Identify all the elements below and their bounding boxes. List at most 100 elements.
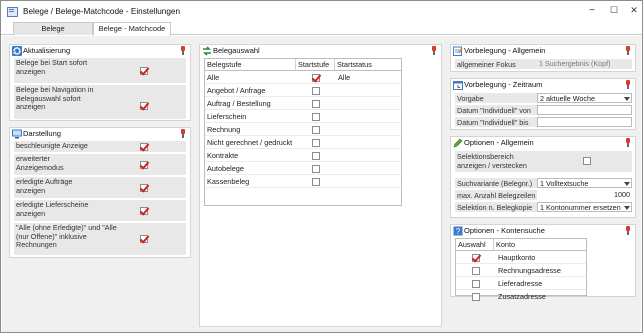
refresh-icon — [12, 46, 22, 56]
grid-row[interactable]: Kassenbeleg — [205, 176, 401, 188]
startstufe-checkbox[interactable] — [312, 165, 320, 173]
aktualisierung-panel: Aktualisierung Belege bei Start sofort a… — [9, 44, 191, 121]
grid-row[interactable]: Alle Alle — [205, 72, 401, 84]
beschleunigte-anzeige-checkbox[interactable] — [140, 143, 148, 151]
selektion-label: Selektionsbereich anzeigen / verstecken — [457, 152, 527, 170]
belegkopie-label: Selektion n. Belegkopie — [457, 203, 533, 212]
pin-icon[interactable] — [624, 80, 632, 89]
suchvariante-value: 1 Volltextsuche — [540, 179, 589, 188]
chevron-down-icon — [624, 182, 630, 186]
startstufe-checkbox[interactable] — [312, 126, 320, 134]
startstufe-checkbox[interactable] — [312, 178, 320, 186]
startstufe-checkbox[interactable] — [312, 139, 320, 147]
darstellung-row: erledigte Aufträge anzeigen — [14, 177, 186, 199]
grid-row[interactable]: Rechnungsadresse — [456, 265, 586, 277]
belegkopie-value: 1 Kontonummer ersetzen — [540, 203, 621, 212]
datum-von-label: Datum "Individuell" von — [457, 106, 531, 115]
konto-cell: Lieferadresse — [498, 279, 543, 288]
auswahl-checkbox[interactable] — [472, 267, 480, 275]
optionen-kontensuche-title: Optionen - Kontensuche — [464, 226, 545, 235]
startstufe-checkbox[interactable] — [312, 113, 320, 121]
startstufe-checkbox[interactable] — [312, 87, 320, 95]
grid-row[interactable]: Kontrakte — [205, 150, 401, 162]
belegstufe-cell: Autobelege — [207, 164, 244, 173]
pin-icon[interactable] — [624, 138, 632, 147]
grid-row[interactable]: Zusatzadresse — [456, 291, 586, 301]
start-anzeigen-checkbox[interactable] — [140, 67, 148, 75]
pin-icon[interactable] — [430, 46, 438, 55]
row-label: erweiterter Anzeigemodus — [16, 154, 64, 172]
aktualisierung-title: Aktualisierung — [23, 46, 71, 55]
column-header-belegstufe[interactable]: Belegstufe — [205, 59, 296, 71]
column-header-auswahl[interactable]: Auswahl — [456, 239, 494, 251]
selektionsbereich-checkbox[interactable] — [583, 157, 591, 165]
fokus-field: allgemeiner Fokus 1 Suchergebnis (Kopf) — [455, 59, 632, 70]
grid-row[interactable]: Nicht gerechnet / gedruckt — [205, 137, 401, 149]
row-label: beschleunigte Anzeige — [16, 141, 88, 150]
grid-row[interactable]: Angebot / Anfrage — [205, 85, 401, 97]
vorgabe-dropdown[interactable]: 2 aktuelle Woche — [537, 93, 632, 103]
belegstufe-cell: Kassenbeleg — [207, 177, 250, 186]
tab-belege-matchcode[interactable]: Belege - Matchcode — [93, 22, 171, 36]
selektion-field: Selektionsbereich anzeigen / verstecken — [455, 151, 632, 173]
optionen-allgemein-panel: Optionen - Allgemein Selektionsbereich a… — [450, 136, 636, 218]
kontensuche-grid: Auswahl Konto Hauptkonto Rechnungsadress… — [455, 238, 587, 301]
tab-belege[interactable]: Belege — [13, 22, 93, 35]
row-label: erledigte Lieferscheine anzeigen — [16, 200, 89, 218]
datum-von-input[interactable] — [537, 105, 632, 115]
minimize-button[interactable]: − — [586, 5, 598, 17]
help-book-icon: ? — [453, 226, 463, 236]
maximize-button[interactable]: ☐ — [608, 5, 620, 17]
grid-row[interactable]: Auftrag / Bestellung — [205, 98, 401, 110]
startstufe-checkbox[interactable] — [312, 152, 320, 160]
belegauswahl-title: Belegauswahl — [213, 46, 260, 55]
grid-row[interactable]: Lieferadresse — [456, 278, 586, 290]
svg-text:?: ? — [456, 227, 461, 236]
datum-von-field: Datum "Individuell" von — [455, 105, 632, 116]
close-button[interactable]: ✕ — [628, 5, 640, 17]
fokus-label: allgemeiner Fokus — [457, 60, 516, 69]
belegstufe-cell: Alle — [207, 73, 220, 82]
auswahl-checkbox[interactable] — [472, 293, 480, 301]
belegstufe-cell: Kontrakte — [207, 151, 239, 160]
arrows-icon — [203, 46, 211, 56]
navigation-anzeigen-checkbox[interactable] — [140, 102, 148, 110]
inklusive-rechnungen-checkbox[interactable] — [140, 235, 148, 243]
app-icon — [7, 6, 18, 17]
erweiterter-modus-checkbox[interactable] — [140, 161, 148, 169]
monitor-icon — [12, 129, 22, 139]
fokus-value[interactable]: 1 Suchergebnis (Kopf) — [537, 59, 632, 69]
startstatus-cell[interactable]: Alle — [336, 72, 350, 84]
calendar-icon — [453, 81, 463, 90]
startstufe-checkbox[interactable] — [312, 100, 320, 108]
darstellung-row: "Alle (ohne Erledigte)" und "Alle (nur O… — [14, 223, 186, 256]
grid-row[interactable]: Rechnung — [205, 124, 401, 136]
auswahl-checkbox[interactable] — [472, 280, 480, 288]
column-header-startstatus[interactable]: Startstatus — [335, 59, 401, 71]
darstellung-title: Darstellung — [23, 129, 61, 138]
vorgabe-field: Vorgabe 2 aktuelle Woche — [455, 93, 632, 104]
aktualisierung-row: Belege bei Navigation in Belegauswahl so… — [14, 85, 186, 120]
grid-row[interactable]: Autobelege — [205, 163, 401, 175]
column-header-konto[interactable]: Konto — [494, 239, 586, 251]
pin-icon[interactable] — [179, 46, 187, 55]
auswahl-checkbox[interactable] — [472, 254, 480, 262]
grid-row[interactable]: Lieferschein — [205, 111, 401, 123]
suchvariante-label: Suchvariante (Belegnr.) — [457, 179, 533, 188]
grid-row[interactable]: Hauptkonto — [456, 252, 586, 264]
belegstufe-cell: Nicht gerechnet / gedruckt — [207, 138, 293, 147]
column-header-startstufe[interactable]: Startstufe — [296, 59, 335, 71]
tab-content: Aktualisierung Belege bei Start sofort a… — [2, 36, 641, 332]
title-bar: Belege / Belege-Matchcode - Einstellunge… — [1, 1, 642, 21]
startstufe-checkbox[interactable] — [312, 74, 320, 82]
max-belegzeilen-label: max. Anzahl Belegzeilen — [457, 191, 536, 200]
erledigte-lieferscheine-checkbox[interactable] — [140, 207, 148, 215]
erledigte-auftraege-checkbox[interactable] — [140, 184, 148, 192]
datum-bis-input[interactable] — [537, 117, 632, 127]
suchvariante-dropdown[interactable]: 1 Volltextsuche — [537, 178, 632, 188]
belegkopie-dropdown[interactable]: 1 Kontonummer ersetzen — [537, 202, 632, 212]
pin-icon[interactable] — [179, 129, 187, 138]
pin-icon[interactable] — [624, 226, 632, 235]
max-belegzeilen-input[interactable]: 1000 — [537, 190, 632, 200]
pin-icon[interactable] — [624, 46, 632, 55]
